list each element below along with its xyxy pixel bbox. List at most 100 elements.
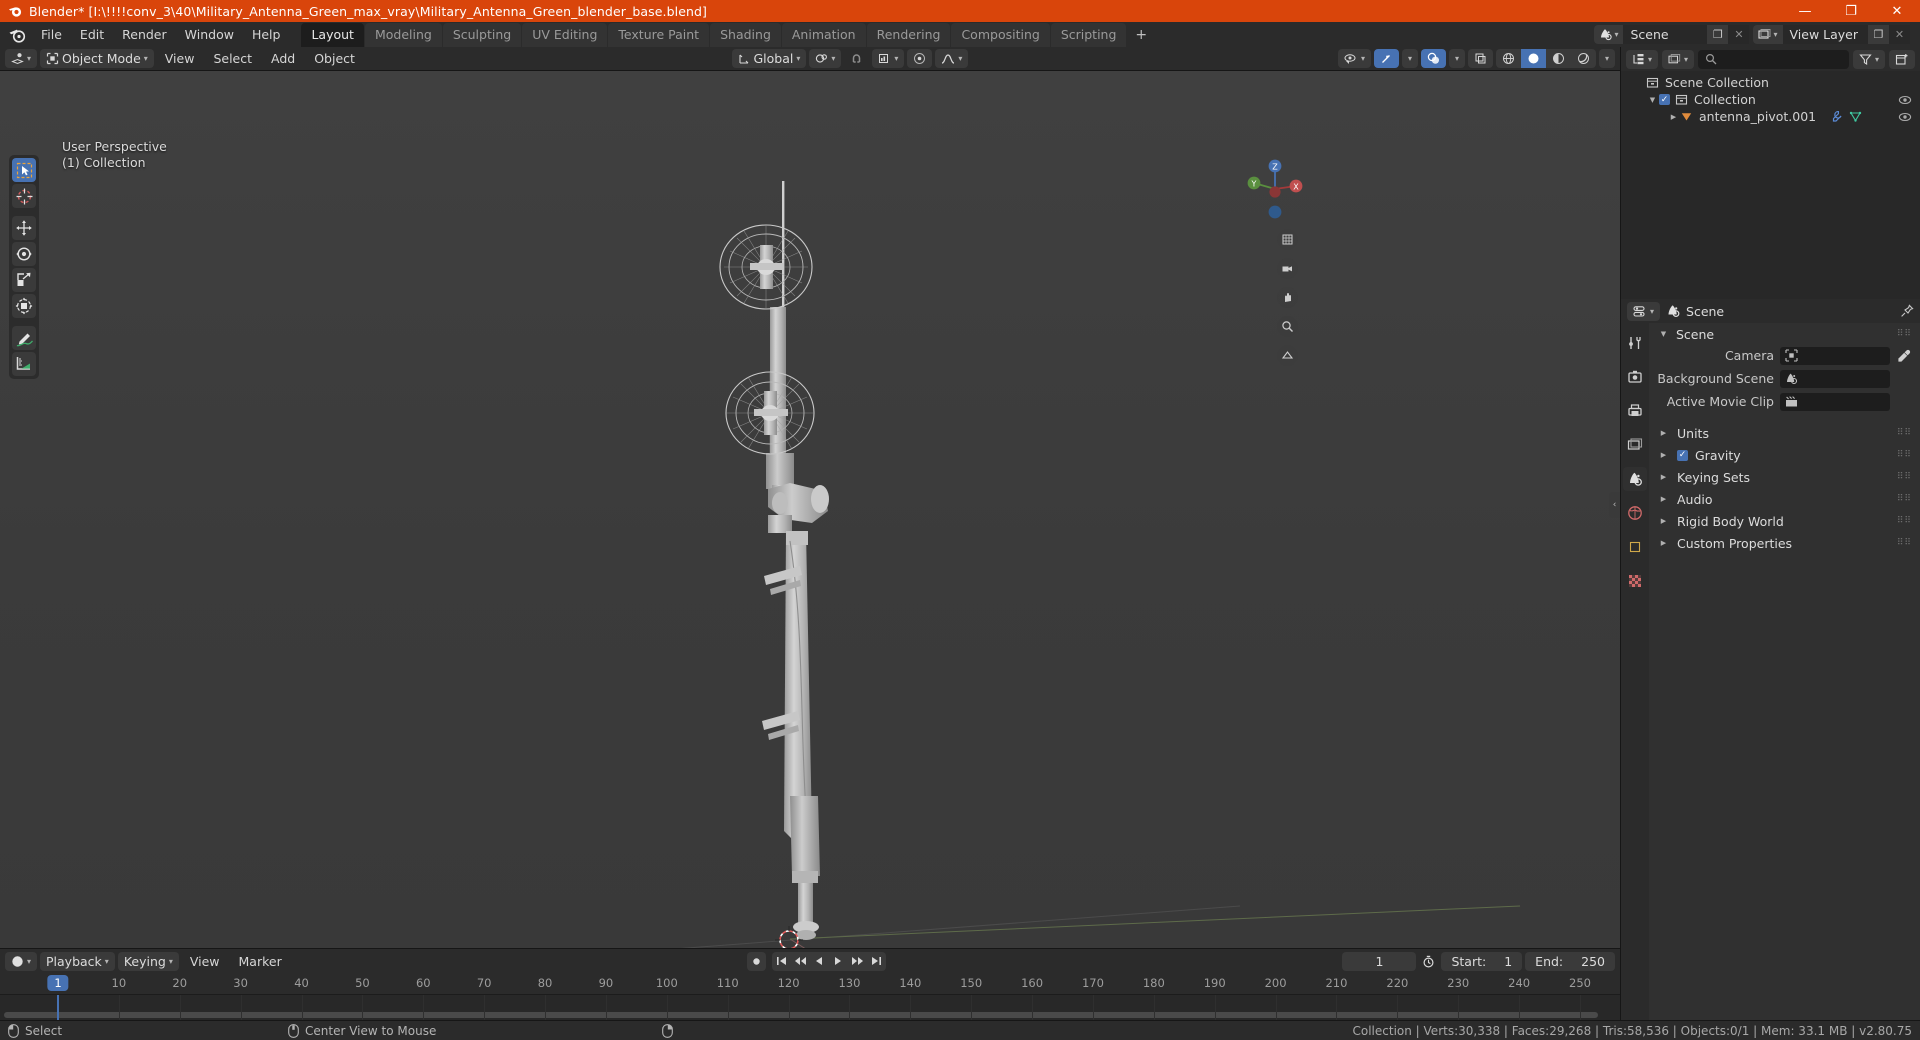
new-collection-button[interactable] xyxy=(1889,49,1915,69)
shading-solid-button[interactable] xyxy=(1520,49,1546,68)
camera-field[interactable] xyxy=(1780,346,1890,365)
scene-new-button[interactable]: ❐ xyxy=(1707,25,1729,44)
jump-to-end-button[interactable] xyxy=(866,951,886,971)
timeline-ruler[interactable]: 1 10 20 30 40 50 60 70 80 90 100 110 120 130 140 150 160… xyxy=(0,973,1620,995)
zoom-nav-icon[interactable] xyxy=(1277,229,1298,250)
gizmo-toggle[interactable] xyxy=(1373,49,1399,68)
use-preview-range-icon[interactable] xyxy=(1419,952,1438,971)
proportional-falloff-curve[interactable]: ▾ xyxy=(935,49,969,68)
timeline-menu-view[interactable]: View xyxy=(182,952,228,971)
section-keying-sets[interactable]: ▶ Keying Sets ⠿⠿ xyxy=(1649,466,1920,488)
background-scene-field[interactable] xyxy=(1780,369,1890,388)
properties-editor-type-selector[interactable]: ▾ xyxy=(1627,301,1661,321)
tab-compositing[interactable]: Compositing xyxy=(951,22,1050,47)
frame-start-field[interactable]: Start: 1 xyxy=(1441,951,1523,971)
pan-view-icon[interactable] xyxy=(1277,287,1298,308)
3d-viewport[interactable]: User Perspective (1) Collection Z Y X ‹ xyxy=(0,71,1620,948)
tab-shading[interactable]: Shading xyxy=(710,22,781,47)
add-workspace-button[interactable]: + xyxy=(1127,24,1155,46)
properties-tab-output[interactable] xyxy=(1623,399,1647,423)
properties-tab-world[interactable] xyxy=(1623,501,1647,525)
mesh-data-icon[interactable] xyxy=(1849,110,1862,123)
gravity-checkbox[interactable]: ✓ xyxy=(1677,449,1688,461)
properties-tab-render[interactable] xyxy=(1623,365,1647,389)
gizmo-options-dropdown[interactable]: ▾ xyxy=(1401,49,1418,68)
outliner-filter-button[interactable]: ▾ xyxy=(1852,49,1885,69)
jump-to-prev-keyframe-button[interactable] xyxy=(790,951,810,971)
transform-orientation-selector[interactable]: Global ▾ xyxy=(732,49,807,68)
proportional-falloff-toggle[interactable] xyxy=(907,49,933,68)
properties-tab-view-layer[interactable] xyxy=(1623,433,1647,457)
section-units[interactable]: ▶ Units ⠿⠿ xyxy=(1649,422,1920,444)
tab-rendering[interactable]: Rendering xyxy=(866,22,951,47)
shading-material-preview-button[interactable] xyxy=(1546,49,1571,68)
shading-wireframe-button[interactable] xyxy=(1496,49,1521,68)
timeline-editor-type-selector[interactable]: ▾ xyxy=(5,951,38,971)
proportional-editing-selector[interactable]: ▾ xyxy=(872,49,905,68)
pivot-point-selector[interactable]: ▾ xyxy=(809,49,842,68)
properties-tab-tool[interactable] xyxy=(1623,331,1647,355)
disclosure-icon[interactable]: ▶ xyxy=(1657,495,1670,503)
navigation-gizmo[interactable]: Z Y X xyxy=(1245,159,1305,219)
tab-animation[interactable]: Animation xyxy=(781,22,866,47)
maximize-button[interactable]: ❐ xyxy=(1828,0,1874,22)
disclosure-icon[interactable]: ▶ xyxy=(1657,539,1670,547)
menu-window[interactable]: Window xyxy=(176,24,243,45)
menu-render[interactable]: Render xyxy=(113,24,176,45)
disclosure-icon[interactable]: ▶ xyxy=(1657,473,1670,481)
section-audio[interactable]: ▶ Audio ⠿⠿ xyxy=(1649,488,1920,510)
timeline-menu-keying[interactable]: Keying ▾ xyxy=(117,951,179,971)
tab-scripting[interactable]: Scripting xyxy=(1050,22,1127,47)
properties-tab-texture[interactable] xyxy=(1623,569,1647,593)
minimize-button[interactable]: — xyxy=(1782,0,1828,22)
timeline-track-area[interactable] xyxy=(0,995,1620,1020)
timeline-menu-marker[interactable]: Marker xyxy=(231,952,290,971)
overlays-toggle[interactable] xyxy=(1420,49,1446,68)
timeline-menu-playback[interactable]: Playback ▾ xyxy=(40,951,115,971)
timeline-playhead-label[interactable]: 1 xyxy=(47,975,69,991)
outliner-search-input[interactable] xyxy=(1698,49,1849,69)
outliner-row-scene-collection[interactable]: Scene Collection xyxy=(1621,74,1920,91)
properties-tab-scene[interactable] xyxy=(1623,467,1647,491)
overlays-options-dropdown[interactable]: ▾ xyxy=(1448,49,1465,68)
disclosure-icon[interactable]: ▼ xyxy=(1646,96,1659,104)
tab-layout[interactable]: Layout xyxy=(301,22,364,47)
section-rigid-body-world[interactable]: ▶ Rigid Body World ⠿⠿ xyxy=(1649,510,1920,532)
shading-options-dropdown[interactable]: ▾ xyxy=(1598,49,1615,68)
scene-unlink-button[interactable]: ✕ xyxy=(1728,25,1750,44)
viewport-menu-object[interactable]: Object xyxy=(306,49,363,68)
section-gravity[interactable]: ▶ ✓ Gravity ⠿⠿ xyxy=(1649,444,1920,466)
visibility-selector[interactable]: ▾ xyxy=(1337,49,1371,68)
view-layer-name-field[interactable]: View Layer xyxy=(1783,27,1869,42)
visibility-eye-icon[interactable] xyxy=(1898,94,1912,106)
jump-to-start-button[interactable] xyxy=(771,951,791,971)
disclosure-icon[interactable]: ▶ xyxy=(1667,113,1680,121)
menu-edit[interactable]: Edit xyxy=(71,24,113,45)
outliner-editor-type-selector[interactable]: ▾ xyxy=(1626,49,1659,69)
viewport-sidebar-toggle[interactable]: ‹ xyxy=(1609,491,1620,518)
xray-toggle[interactable] xyxy=(1467,49,1493,68)
frame-end-field[interactable]: End: 250 xyxy=(1525,951,1615,971)
view-layer-icon[interactable]: ▾ xyxy=(1753,25,1783,44)
jump-to-next-keyframe-button[interactable] xyxy=(847,951,867,971)
viewport-menu-add[interactable]: Add xyxy=(263,49,303,68)
current-frame-field[interactable]: 1 xyxy=(1342,951,1417,971)
zoom-view-icon[interactable] xyxy=(1277,316,1298,337)
play-reverse-button[interactable] xyxy=(809,951,829,971)
scene-panel-header[interactable]: ▼ Scene ⠿⠿ xyxy=(1649,323,1920,345)
collection-checkbox[interactable]: ✓ xyxy=(1659,94,1670,105)
disclosure-icon[interactable]: ▶ xyxy=(1657,517,1670,525)
close-button[interactable]: ✕ xyxy=(1874,0,1920,22)
toggle-perspective-icon[interactable] xyxy=(1277,345,1298,366)
section-custom-properties[interactable]: ▶ Custom Properties ⠿⠿ xyxy=(1649,532,1920,554)
tab-uv-editing[interactable]: UV Editing xyxy=(522,22,608,47)
tab-texture-paint[interactable]: Texture Paint xyxy=(608,22,710,47)
object-mode-selector[interactable]: Object Mode ▾ xyxy=(40,49,154,68)
modifier-icon[interactable] xyxy=(1830,110,1843,123)
outliner-display-mode-selector[interactable]: ▾ xyxy=(1662,49,1695,69)
outliner-row-collection[interactable]: ▼ ✓ Collection xyxy=(1621,91,1920,108)
scene-icon[interactable]: ▾ xyxy=(1594,25,1624,44)
play-button[interactable] xyxy=(828,951,848,971)
disclosure-icon[interactable]: ▶ xyxy=(1657,429,1670,437)
viewport-menu-select[interactable]: Select xyxy=(205,49,260,68)
